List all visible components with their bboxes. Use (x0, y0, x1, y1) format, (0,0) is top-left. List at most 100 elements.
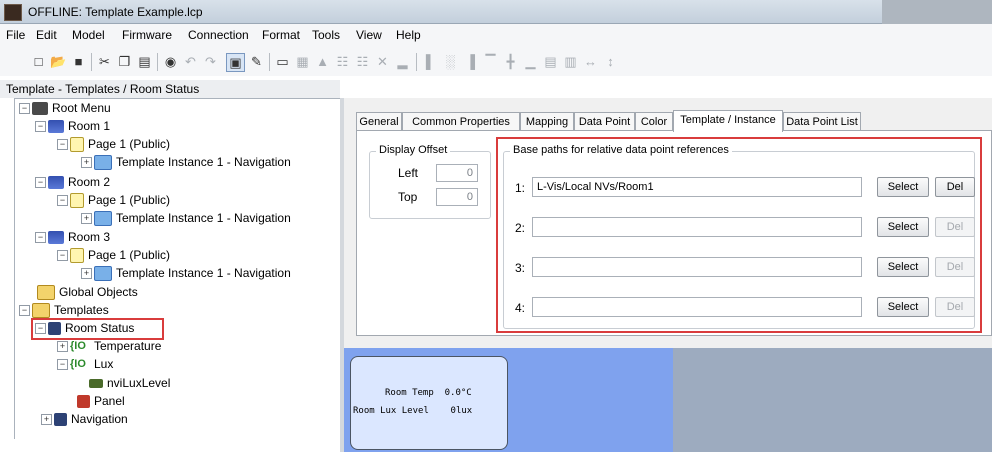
collapse-icon[interactable]: − (57, 139, 68, 151)
tab-general[interactable]: General (356, 112, 402, 130)
distribute-icon[interactable]: ▲ (314, 53, 331, 70)
menu-edit[interactable]: Edit (36, 28, 57, 42)
page-icon (70, 137, 84, 153)
expand-icon[interactable]: + (81, 268, 92, 280)
tab-template-instance[interactable]: Template / Instance (673, 110, 783, 132)
network-variable-icon (89, 379, 103, 389)
highlight-base-paths (496, 137, 982, 333)
tree-item-nvilux[interactable]: nviLuxLevel (89, 376, 170, 394)
tree-item-navigation[interactable]: + Navigation (41, 412, 128, 430)
collapse-icon[interactable]: − (19, 305, 30, 317)
room-icon (48, 231, 64, 245)
tree-item-page-1[interactable]: − Page 1 (Public) (57, 248, 170, 266)
tree-item-room-3[interactable]: − Room 3 (35, 230, 110, 248)
collapse-icon[interactable]: − (19, 103, 30, 115)
top-input[interactable]: 0 (436, 188, 478, 206)
menu-model[interactable]: Model (72, 28, 105, 42)
template-icon (54, 413, 67, 427)
collapse-icon[interactable]: − (35, 177, 46, 189)
expand-icon[interactable]: + (41, 414, 52, 426)
tab-data-point[interactable]: Data Point (574, 112, 635, 130)
folder-icon (94, 211, 112, 227)
tree-item-root-menu[interactable]: − Root Menu (19, 101, 111, 119)
monitor-icon[interactable]: ▭ (274, 53, 291, 70)
window-title: OFFLINE: Template Example.lcp (28, 5, 203, 19)
collapse-icon[interactable]: − (35, 121, 46, 133)
center-h-icon[interactable]: ↔ (582, 53, 599, 70)
tree-label: Page 1 (Public) (88, 193, 171, 207)
align-center-icon[interactable]: ░ (442, 53, 459, 70)
underline-icon[interactable]: ▂ (394, 53, 411, 70)
app-icon (4, 4, 22, 21)
undo-icon[interactable]: ↶ (182, 53, 199, 70)
menu-file[interactable]: File (6, 28, 25, 42)
display-offset-group: Display Offset Left 0 Top 0 (369, 144, 491, 219)
expand-icon[interactable]: + (81, 213, 92, 225)
io-icon: {IO (70, 358, 86, 371)
menu-firmware[interactable]: Firmware (122, 28, 172, 42)
collapse-icon[interactable]: − (57, 250, 68, 262)
toolbar-separator (157, 53, 158, 71)
menu-connection[interactable]: Connection (188, 28, 249, 42)
tree-label: Page 1 (Public) (88, 248, 171, 262)
tab-mapping[interactable]: Mapping (520, 112, 574, 130)
paste-icon[interactable]: ▤ (136, 53, 153, 70)
folder-icon (94, 266, 112, 282)
cut-icon[interactable]: ✂ (96, 53, 113, 70)
center-v-icon[interactable]: ↕ (602, 53, 619, 70)
grid-icon[interactable]: ☷ (334, 53, 351, 70)
tree-label: Template Instance 1 - Navigation (116, 266, 291, 280)
toolbar-separator (91, 53, 92, 71)
toolbar: □ 📂 ■ ✂ ❐ ▤ ◉ ↶ ↷ ▣ ✎ ▭ ▦ ▲ ☷ ☷ ✕ ▂ ▌ ░ … (0, 46, 992, 76)
room-status-panel[interactable]: Room Temp 0.0°C Room Lux Level 0lux (350, 356, 508, 450)
tree-item-room-2[interactable]: − Room 2 (35, 175, 110, 193)
tree-item-template-instance[interactable]: + Template Instance 1 - Navigation (81, 266, 291, 284)
redo-icon[interactable]: ↷ (202, 53, 219, 70)
collapse-icon[interactable]: − (57, 195, 68, 207)
new-icon[interactable]: □ (30, 53, 47, 70)
align-right-icon[interactable]: ▐ (462, 53, 479, 70)
tab-common-properties[interactable]: Common Properties (402, 112, 520, 130)
tree-item-page-1[interactable]: − Page 1 (Public) (57, 193, 170, 211)
breadcrumb-text: Template - Templates / Room Status (6, 82, 200, 96)
camera-icon[interactable]: ◉ (162, 53, 179, 70)
save-icon[interactable]: ■ (70, 53, 87, 70)
title-bar-background (882, 0, 992, 24)
edit-icon[interactable]: ✎ (248, 53, 265, 70)
menu-help[interactable]: Help (396, 28, 421, 42)
left-input[interactable]: 0 (436, 164, 478, 182)
folder-icon (32, 303, 50, 319)
tree-item-room-1[interactable]: − Room 1 (35, 119, 110, 137)
collapse-icon[interactable]: − (57, 359, 68, 371)
tree-item-template-instance[interactable]: + Template Instance 1 - Navigation (81, 155, 291, 173)
crosshair-icon[interactable]: ☷ (354, 53, 371, 70)
project-tree[interactable]: − Root Menu − Room 1 − Page 1 (Public) + Tem… (14, 98, 345, 439)
tree-item-template-instance[interactable]: + Template Instance 1 - Navigation (81, 211, 291, 229)
tree-item-lux[interactable]: − {IO Lux (57, 357, 113, 375)
space-h-icon[interactable]: ▤ (542, 53, 559, 70)
tab-color[interactable]: Color (635, 112, 673, 130)
space-v-icon[interactable]: ▥ (562, 53, 579, 70)
align-middle-icon[interactable]: ╋ (502, 53, 519, 70)
collapse-icon[interactable]: − (35, 232, 46, 244)
tree-item-global-objects[interactable]: Global Objects (37, 285, 138, 303)
expand-icon[interactable]: + (57, 341, 68, 353)
tree-item-panel[interactable]: Panel (77, 394, 125, 412)
copy-icon[interactable]: ❐ (116, 53, 133, 70)
expand-icon[interactable]: + (81, 157, 92, 169)
align-top-icon[interactable]: ▔ (482, 53, 499, 70)
window-icon[interactable]: ▣ (226, 53, 245, 72)
align-left-icon[interactable]: ▌ (422, 53, 439, 70)
tab-data-point-list[interactable]: Data Point List (783, 112, 861, 130)
open-icon[interactable]: 📂 (50, 53, 67, 70)
menu-view[interactable]: View (356, 28, 382, 42)
tree-item-page-1[interactable]: − Page 1 (Public) (57, 137, 170, 155)
align-icon[interactable]: ▦ (294, 53, 311, 70)
io-icon: {IO (70, 340, 86, 353)
tree-item-temperature[interactable]: + {IO Temperature (57, 339, 161, 357)
align-bottom-icon[interactable]: ▁ (522, 53, 539, 70)
close-x-icon[interactable]: ✕ (374, 53, 391, 70)
top-label: Top (398, 190, 418, 204)
menu-format[interactable]: Format (262, 28, 300, 42)
menu-tools[interactable]: Tools (312, 28, 340, 42)
